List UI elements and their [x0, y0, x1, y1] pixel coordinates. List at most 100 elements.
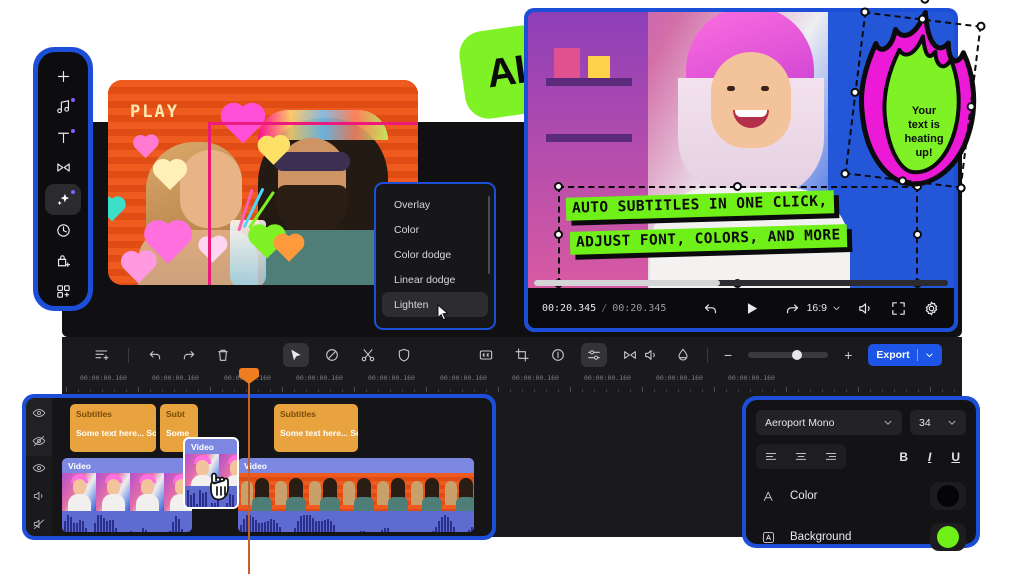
speaker-icon[interactable] — [32, 489, 46, 503]
blend-option-color[interactable]: Color — [382, 217, 488, 242]
chevron-down-icon — [884, 420, 892, 425]
text-background-icon — [756, 526, 780, 548]
undo-icon[interactable] — [147, 347, 163, 363]
audio-wave-icon[interactable] — [643, 347, 659, 363]
mouse-cursor-icon — [437, 304, 449, 321]
align-center-icon — [795, 452, 807, 460]
eye-icon[interactable] — [32, 461, 46, 475]
sticker-selection-box[interactable] — [839, 0, 987, 194]
play-icon[interactable] — [743, 300, 760, 317]
mic-off-icon[interactable] — [32, 517, 46, 531]
preview-left[interactable]: PLAY — [108, 80, 418, 285]
crop-icon — [515, 348, 529, 362]
chevron-down-icon — [948, 420, 956, 425]
info-button[interactable] — [545, 343, 571, 367]
mask-tool[interactable] — [391, 343, 417, 367]
underline-button[interactable]: U — [951, 450, 960, 464]
eye-off-icon[interactable] — [32, 434, 46, 448]
player-progress-bar[interactable] — [534, 280, 948, 286]
zoom-in-button[interactable]: + — [844, 347, 852, 363]
ruler-tick-4: 00:00:00.160 — [368, 374, 415, 382]
volume-icon[interactable] — [857, 300, 874, 317]
subtitle-overlay[interactable]: AUTO SUBTITLES IN ONE CLICK, ADJUST FONT… — [565, 190, 916, 276]
sidebar-item-titles[interactable] — [45, 123, 81, 151]
aspect-ratio-value: 16:9 — [806, 302, 827, 314]
blend-option-lighten[interactable]: Lighten — [382, 292, 488, 317]
grab-hand-cursor-icon — [210, 472, 229, 501]
blend-mode-dropdown[interactable]: Overlay Color Color dodge Linear dodge L… — [374, 182, 496, 330]
redo-icon[interactable] — [181, 347, 197, 363]
info-icon — [552, 349, 564, 361]
table-row[interactable]: Video — [238, 458, 474, 532]
aspect-ratio-selector[interactable]: 16:9 — [807, 302, 841, 314]
bold-button[interactable]: B — [899, 450, 908, 464]
disable-tool[interactable] — [319, 343, 345, 367]
dropdown-scrollbar[interactable] — [488, 196, 490, 274]
table-row[interactable]: Subtitles Some text here... Som — [70, 404, 156, 452]
add-track-icon[interactable] — [94, 347, 110, 363]
adjust-button[interactable] — [581, 343, 607, 367]
clip-title: Video — [244, 461, 267, 471]
sidebar-item-more[interactable] — [45, 278, 81, 306]
closed-caption-icon — [479, 350, 493, 360]
sidebar-item-speed[interactable] — [45, 217, 81, 245]
font-size-value: 34 — [919, 416, 931, 429]
text-background-label: Background — [790, 531, 852, 543]
eye-icon[interactable] — [32, 406, 46, 420]
sidebar-item-add[interactable] — [45, 62, 81, 90]
zoom-out-button[interactable]: − — [724, 347, 732, 363]
zoom-slider[interactable] — [748, 350, 829, 360]
play-overlay-text: PLAY — [130, 102, 179, 122]
sidebar-item-audio[interactable] — [45, 92, 81, 120]
color-drop-icon[interactable] — [675, 347, 691, 363]
split-tool[interactable] — [355, 343, 381, 367]
effects-badge-dot — [71, 189, 75, 194]
crop-button[interactable] — [509, 343, 535, 367]
chevron-down-icon[interactable] — [925, 351, 934, 360]
flame-sticker[interactable]: Your text is heating up! — [839, 0, 996, 196]
fullscreen-icon[interactable] — [890, 300, 907, 317]
titles-badge-dot — [71, 128, 75, 133]
text-color-swatch[interactable] — [937, 485, 959, 507]
font-size-select[interactable]: 34 — [910, 410, 966, 435]
subtitle-track-header — [26, 398, 52, 456]
ruler-tick-1: 00:00:00.160 — [152, 374, 199, 382]
blend-option-linear-dodge[interactable]: Linear dodge — [382, 267, 488, 292]
playhead[interactable] — [239, 368, 259, 574]
table-row[interactable]: Subtitles Some text here... So — [274, 404, 358, 452]
text-color-label: Color — [790, 490, 818, 502]
player-controls: 00:20.345 / 00:20.345 16:9 — [528, 288, 954, 328]
align-right-icon — [825, 452, 837, 460]
slash-circle-icon — [326, 349, 338, 361]
trash-icon[interactable] — [215, 347, 231, 363]
export-button[interactable]: Export — [868, 344, 942, 366]
blend-option-color-dodge[interactable]: Color dodge — [382, 242, 488, 267]
sticker-line-1: Your — [911, 105, 937, 117]
blend-option-overlay[interactable]: Overlay — [382, 192, 488, 217]
font-family-select[interactable]: Aeroport Mono — [756, 410, 902, 435]
align-right-button[interactable] — [816, 444, 846, 469]
captions-button[interactable] — [473, 343, 499, 367]
sticker-line-3: heating — [904, 133, 944, 145]
select-tool[interactable] — [283, 343, 309, 367]
align-left-icon — [765, 452, 777, 460]
transition-button[interactable] — [617, 343, 643, 367]
table-row[interactable]: Video — [62, 458, 192, 532]
undo-icon[interactable] — [702, 300, 719, 317]
chevron-down-icon — [833, 306, 840, 310]
text-background-swatch[interactable] — [937, 526, 959, 548]
sidebar-item-transitions[interactable] — [45, 153, 81, 181]
redo-icon[interactable] — [784, 300, 801, 317]
zoom-slider-handle[interactable] — [792, 350, 803, 360]
align-left-button[interactable] — [756, 444, 786, 469]
timeline-ruler[interactable]: 00:00:00.160 00:00:00.160 00:00:00.160 0… — [62, 372, 962, 394]
sidebar-item-effects[interactable] — [45, 183, 81, 215]
clip-title: Video — [68, 461, 91, 471]
export-label: Export — [876, 349, 910, 361]
italic-button[interactable]: I — [928, 450, 931, 464]
clip-title: Video — [191, 442, 214, 452]
align-center-button[interactable] — [786, 444, 816, 469]
font-color-icon — [756, 485, 780, 507]
sidebar-item-stickers[interactable] — [45, 247, 81, 275]
gear-icon[interactable] — [923, 300, 940, 317]
